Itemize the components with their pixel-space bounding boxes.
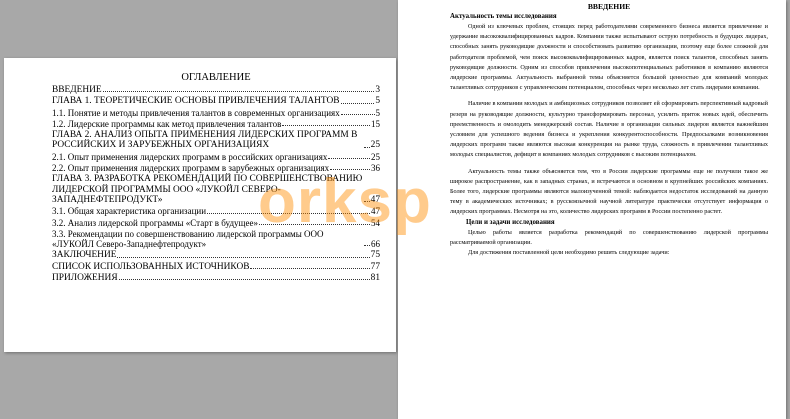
- toc-page: ОГЛАВЛЕНИЕ ВВЕДЕНИЕ 3 ГЛАВА 1. ТЕОРЕТИЧЕСК…: [4, 58, 396, 352]
- toc-entry-title: ГЛАВА 1. ТЕОРЕТИЧЕСКИЕ ОСНОВЫ ПРИВЛЕЧЕНИ…: [52, 96, 340, 107]
- toc-leader-dots: [117, 256, 370, 258]
- intro-paragraph: Актуальность темы также объясняется тем,…: [450, 167, 768, 216]
- toc-entry[interactable]: 2.2. Опыт применения лидерских программ …: [52, 163, 380, 173]
- toc-entry[interactable]: 1.2. Лидерские программы как метод привл…: [52, 119, 380, 129]
- toc-entry[interactable]: ГЛАВА 1. ТЕОРЕТИЧЕСКИЕ ОСНОВЫ ПРИВЛЕЧЕНИ…: [52, 96, 380, 106]
- toc-entry[interactable]: ПРИЛОЖЕНИЯ 81: [52, 273, 380, 283]
- toc-entry-page: 75: [370, 250, 380, 261]
- toc-entry-page: 5: [375, 107, 381, 118]
- toc-entry-title: 2.2. Опыт применения лидерских программ …: [52, 163, 330, 174]
- goals-paragraph: Целью работы является разработка рекомен…: [450, 228, 768, 246]
- toc-entry-page: 81: [370, 273, 380, 284]
- toc-leader-dots: [340, 102, 375, 104]
- toc-entry-page: 15: [371, 118, 380, 129]
- relevance-heading: Актуальность темы исследования: [450, 13, 557, 20]
- intro-title: ВВЕДЕНИЕ: [587, 2, 631, 11]
- toc-entry-title: 3.3. Рекомендации по совершенствованию л…: [52, 228, 324, 250]
- toc-leader-dots: [282, 125, 370, 127]
- toc-entry-page: 54: [371, 217, 380, 228]
- toc-entry-title: 3.1. Общая характеристика организации: [52, 206, 207, 217]
- goals-heading: Цели и задачи исследования: [466, 218, 555, 226]
- toc-leader-dots: [363, 146, 370, 148]
- toc-entry[interactable]: ЗАКЛЮЧЕНИЕ 75: [52, 250, 380, 260]
- toc-leader-dots: [258, 223, 370, 225]
- toc-entry-page: 66: [371, 239, 380, 250]
- toc-entry-title: 1.2. Лидерские программы как метод привл…: [52, 118, 282, 129]
- toc-entry[interactable]: 2.1. Опыт применения лидерских программ …: [52, 152, 380, 162]
- toc-entry-title: ВВЕДЕНИЕ: [52, 85, 102, 95]
- toc-entry-page: 47: [371, 206, 380, 217]
- toc-entry-title: СПИСОК ИСПОЛЬЗОВАННЫХ ИСТОЧНИКОВ: [52, 261, 250, 272]
- toc-leader-dots: [250, 268, 370, 270]
- goals-paragraph: Для достижения поставленной цели необход…: [468, 249, 670, 257]
- toc-entry-title: 1.1. Понятие и методы привлечения талант…: [52, 107, 340, 118]
- toc-leader-dots: [364, 245, 370, 247]
- toc-entry-page: 36: [371, 163, 380, 174]
- intro-paragraph: Одной из ключевых проблем, стоящих перед…: [450, 23, 768, 92]
- toc-entry[interactable]: ГЛАВА 3. РАЗРАБОТКА РЕКОМЕНДАЦИЙ ПО СОВЕ…: [52, 174, 380, 205]
- toc-entry-title: ГЛАВА 2. АНАЛИЗ ОПЫТА ПРИМЕНЕНИЯ ЛИДЕРСК…: [52, 130, 358, 151]
- toc-entry-page: 3: [375, 85, 380, 95]
- toc-leader-dots: [102, 91, 375, 93]
- toc-entry-title: 3.2. Анализ лидерской программы «Старт в…: [52, 217, 258, 228]
- toc-entry-title: ГЛАВА 3. РАЗРАБОТКА РЕКОМЕНДАЦИЙ ПО СОВЕ…: [52, 174, 363, 205]
- toc-entry[interactable]: ГЛАВА 2. АНАЛИЗ ОПЫТА ПРИМЕНЕНИЯ ЛИДЕРСК…: [52, 130, 380, 151]
- intro-paragraph: Наличие в компании молодых и амбициозных…: [450, 100, 768, 159]
- toc-entry-title: 2.1. Опыт применения лидерских программ …: [52, 151, 328, 162]
- toc-entry-page: 25: [370, 140, 380, 151]
- toc-entry[interactable]: 1.1. Понятие и методы привлечения талант…: [52, 108, 380, 118]
- toc-entry[interactable]: 3.3. Рекомендации по совершенствованию л…: [52, 229, 380, 250]
- toc-list: ВВЕДЕНИЕ 3 ГЛАВА 1. ТЕОРЕТИЧЕСКИЕ ОСНОВЫ П…: [52, 85, 380, 283]
- toc-leader-dots: [340, 113, 375, 115]
- toc-entry[interactable]: ВВЕДЕНИЕ 3: [52, 85, 380, 95]
- toc-entry-page: 25: [371, 151, 380, 162]
- toc-leader-dots: [363, 201, 370, 203]
- toc-entry[interactable]: 3.2. Анализ лидерской программы «Старт в…: [52, 218, 380, 228]
- toc-leader-dots: [328, 158, 370, 160]
- toc-leader-dots: [118, 279, 370, 281]
- intro-page: ВВЕДЕНИЕ Актуальность темы исследования …: [398, 0, 786, 419]
- toc-entry[interactable]: 3.1. Общая характеристика организации 47: [52, 206, 380, 216]
- toc-leader-dots: [330, 169, 370, 171]
- toc-entry-page: 47: [370, 194, 380, 205]
- toc-entry-page: 5: [375, 96, 380, 107]
- toc-heading: ОГЛАВЛЕНИЕ: [181, 72, 251, 83]
- toc-entry-title: ЗАКЛЮЧЕНИЕ: [52, 250, 117, 261]
- toc-leader-dots: [207, 212, 370, 214]
- toc-entry-title: ПРИЛОЖЕНИЯ: [52, 273, 118, 284]
- toc-entry-page: 77: [370, 261, 380, 272]
- toc-entry[interactable]: СПИСОК ИСПОЛЬЗОВАННЫХ ИСТОЧНИКОВ 77: [52, 262, 380, 272]
